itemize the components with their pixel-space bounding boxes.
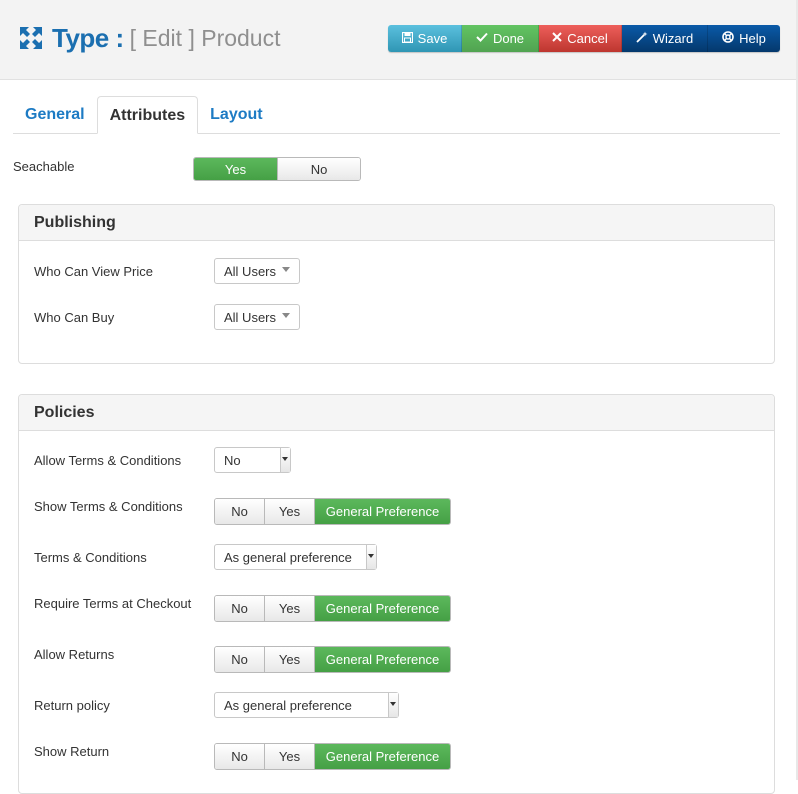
cancel-button-label: Cancel [567,31,608,46]
save-button-label: Save [417,31,448,46]
chevron-down-icon [282,267,290,272]
searchable-yes-option[interactable]: Yes [194,158,278,180]
wizard-button[interactable]: Wizard [622,25,708,52]
show-return-toggle: No Yes General Preference [214,743,451,770]
allow-returns-toggle: No Yes General Preference [214,646,451,673]
return-policy-select[interactable]: As general preference [214,692,399,718]
done-button[interactable]: Done [462,25,539,52]
show-terms-label: Show Terms & Conditions [34,499,183,514]
chevron-down-icon [388,693,398,717]
view-price-value: All Users [224,263,277,279]
can-buy-value: All Users [224,309,277,325]
terms-conditions-value: As general preference [224,549,352,565]
check-icon [476,32,488,45]
show-terms-no-option[interactable]: No [215,499,265,524]
title-subtitle: [ Edit ] Product [129,24,281,51]
expand-arrows-icon [18,25,44,51]
publishing-title: Publishing [19,205,774,241]
require-terms-no-option[interactable]: No [215,596,265,621]
view-price-select[interactable]: All Users [214,258,300,284]
save-button[interactable]: Save [388,25,462,52]
terms-conditions-label: Terms & Conditions [34,550,147,565]
require-terms-label: Require Terms at Checkout [34,596,192,611]
allow-terms-value: No [224,452,241,468]
wand-icon [636,31,648,46]
require-terms-toggle: No Yes General Preference [214,595,451,622]
show-return-no-option[interactable]: No [215,744,265,769]
searchable-no-option[interactable]: No [278,158,360,180]
show-terms-toggle: No Yes General Preference [214,498,451,525]
allow-returns-general-option[interactable]: General Preference [315,647,450,672]
help-button-label: Help [739,31,766,46]
wizard-button-label: Wizard [652,31,694,46]
allow-terms-label: Allow Terms & Conditions [34,453,182,468]
title-type: Type : [52,22,124,53]
require-terms-yes-option[interactable]: Yes [265,596,315,621]
publishing-panel: Publishing [18,204,775,364]
tab-bar: General Attributes Layout [13,96,780,134]
can-buy-select[interactable]: All Users [214,304,300,330]
return-policy-label: Return policy [34,698,110,713]
chevron-down-icon [366,545,376,569]
page-title: Type : [ Edit ] Product [18,20,281,56]
save-icon [401,31,413,46]
toolbar: Save Done Cancel Wizard Help [388,25,780,52]
allow-returns-yes-option[interactable]: Yes [265,647,315,672]
terms-conditions-select[interactable]: As general preference [214,544,377,570]
show-terms-general-option[interactable]: General Preference [315,499,450,524]
cancel-button[interactable]: Cancel [539,25,622,52]
allow-returns-no-option[interactable]: No [215,647,265,672]
return-policy-value: As general preference [224,697,352,713]
policies-title: Policies [19,395,774,431]
show-terms-yes-option[interactable]: Yes [265,499,315,524]
allow-terms-select[interactable]: No [214,447,291,473]
can-buy-label: Who Can Buy [34,310,115,325]
allow-returns-label: Allow Returns [34,647,115,662]
tab-attributes[interactable]: Attributes [96,96,199,134]
tab-layout[interactable]: Layout [198,96,274,134]
tab-general[interactable]: General [13,96,97,134]
require-terms-general-option[interactable]: General Preference [315,596,450,621]
searchable-label: Seachable [13,159,75,174]
help-button[interactable]: Help [708,25,780,52]
lifebuoy-icon [722,31,734,46]
close-icon [552,32,562,45]
page-header: Type : [ Edit ] Product Save Done Cancel [0,0,798,80]
show-return-label: Show Return [34,744,110,759]
show-return-general-option[interactable]: General Preference [315,744,450,769]
view-price-label: Who Can View Price [34,264,153,279]
searchable-toggle: Yes No [193,157,361,181]
chevron-down-icon [282,313,290,318]
show-return-yes-option[interactable]: Yes [265,744,315,769]
chevron-down-icon [280,448,290,472]
done-button-label: Done [492,31,525,46]
